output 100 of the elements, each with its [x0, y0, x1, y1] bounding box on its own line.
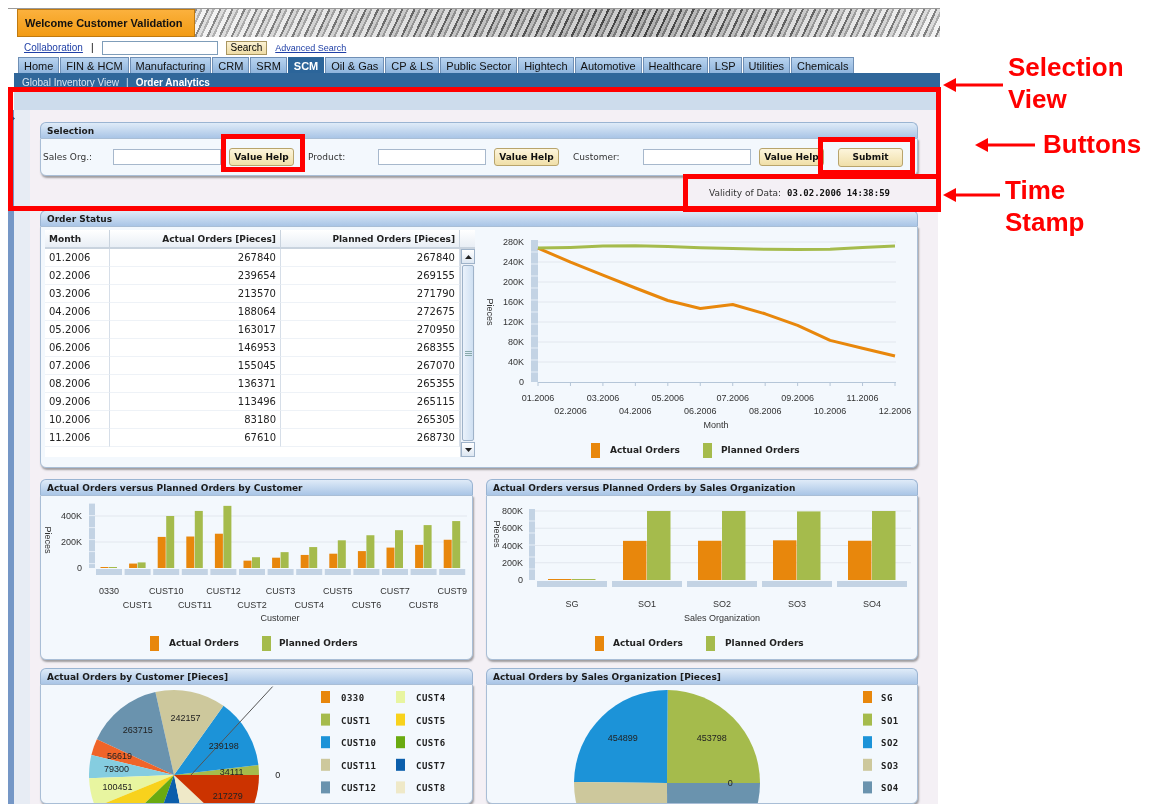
y-tick-label: 400K — [60, 511, 82, 521]
x-tick-label: CUST11 — [177, 600, 212, 610]
legend-label: CUST7 — [416, 760, 446, 771]
slice-label: 79300 — [103, 764, 129, 775]
value-help-button[interactable]: Value Help — [494, 148, 559, 166]
y-axis-title: Pieces — [492, 520, 502, 548]
scroll-down-button[interactable] — [461, 442, 475, 457]
nav-tab[interactable]: Home — [18, 57, 60, 73]
value-help-button[interactable]: Value Help — [759, 148, 824, 166]
y-tick-label: 0 — [518, 575, 523, 585]
panel-title: Actual Orders by Sales Organization [Pieces] — [493, 671, 721, 682]
y-tick-label: 400K — [501, 540, 523, 551]
callout-label: Selection View — [1008, 51, 1125, 115]
x-tick-label: 07.2006 — [716, 393, 749, 403]
slice-label: 56619 — [106, 751, 132, 761]
table-cell: 213570 — [110, 285, 281, 303]
x-axis-title: Sales Organization — [684, 613, 760, 623]
submit-button[interactable]: Submit — [838, 147, 903, 167]
callout-arrow — [975, 138, 1035, 152]
x-tick-label: SO2 — [713, 599, 731, 609]
nav-tab[interactable]: CP & LS — [385, 57, 440, 73]
table-cell: 05.2006 — [45, 321, 110, 339]
legend-label: SO4 — [881, 783, 899, 794]
up-arrow-icon — [464, 254, 472, 259]
nav-tab[interactable]: Healthcare — [642, 57, 708, 73]
table-cell: 155045 — [110, 357, 281, 375]
nav-tab[interactable]: LSP — [708, 57, 742, 73]
slice-label: 242157 — [170, 713, 201, 724]
search-field[interactable] — [101, 40, 218, 55]
nav-tab[interactable]: Utilities — [742, 57, 791, 73]
nav-tab[interactable]: Chemicals — [791, 57, 855, 73]
x-tick-label: CUST8 — [408, 600, 439, 610]
advanced-search-link[interactable]: Advanced Search — [275, 42, 347, 53]
x-tick-label: 04.2006 — [619, 406, 652, 416]
validity-timestamp: 03.02.2006 14:38:59 — [787, 188, 890, 198]
table-cell: 267070 — [281, 357, 460, 375]
slice-label: 34111 — [219, 766, 244, 777]
table-cell: 02.2006 — [45, 267, 110, 285]
nav-tab[interactable]: Public Sector — [440, 57, 518, 73]
x-tick-label: 03.2006 — [586, 393, 620, 403]
scroll-up-button[interactable] — [461, 249, 475, 264]
y-tick-label: 200K — [60, 537, 82, 547]
y-tick-label: 200K — [501, 557, 523, 568]
legend-label: Actual Orders — [613, 638, 683, 648]
legend-label: Planned Orders — [279, 638, 358, 648]
y-tick-label: 600K — [501, 523, 523, 534]
x-tick-label: 12.2006 — [878, 406, 912, 416]
nav-tab[interactable]: Hightech — [518, 57, 574, 73]
callout-arrow — [943, 188, 1000, 202]
field-label: Product: — [308, 152, 347, 162]
nav-tab[interactable]: Manufacturing — [129, 57, 212, 73]
x-tick-label: 05.2006 — [651, 393, 685, 403]
nav-tab[interactable]: Automotive — [574, 57, 642, 73]
nav-tab[interactable]: CRM — [212, 57, 250, 73]
column-header[interactable]: Month — [45, 230, 110, 247]
column-header[interactable]: Actual Orders [Pieces] — [110, 230, 281, 247]
slice-label: 453798 — [696, 733, 727, 744]
x-tick-label: 01.2006 — [521, 393, 555, 403]
table-cell: 267840 — [281, 249, 460, 267]
slice-label: 0 — [275, 770, 281, 780]
collaboration-link[interactable]: Collaboration — [24, 42, 83, 53]
y-tick-label: 280K — [502, 237, 524, 247]
x-tick-label: CUST3 — [265, 586, 296, 596]
table-cell: 67610 — [110, 429, 281, 447]
table-cell: 265115 — [281, 393, 460, 411]
x-tick-label: CUST4 — [294, 600, 324, 610]
nav-tab[interactable]: Oil & Gas — [325, 57, 385, 73]
nav-tab[interactable]: SRM — [250, 57, 287, 73]
separator: | — [90, 42, 94, 53]
search-button[interactable]: Search — [225, 40, 268, 55]
table-cell: 188064 — [110, 303, 281, 321]
table-cell: 270950 — [281, 321, 460, 339]
panel-title: Order Status — [47, 213, 113, 224]
x-tick-label: SO1 — [638, 599, 656, 609]
nav-tab[interactable]: FIN & HCM — [60, 57, 129, 73]
grip-icon — [464, 350, 472, 356]
input-field[interactable] — [378, 149, 486, 165]
subnav-link[interactable]: Global Inventory View — [22, 76, 120, 88]
legend-label: Planned Orders — [721, 445, 800, 455]
legend-label: Planned Orders — [725, 638, 804, 648]
slice-label: 454899 — [607, 732, 638, 743]
slice-label: 263715 — [122, 725, 153, 735]
table-cell: 272675 — [281, 303, 460, 321]
table-cell: 265305 — [281, 411, 460, 429]
table-cell: 267840 — [110, 249, 281, 267]
table-cell: 03.2006 — [45, 285, 110, 303]
input-field[interactable] — [643, 149, 751, 165]
x-axis-title: Customer — [260, 613, 300, 623]
table-cell: 06.2006 — [45, 339, 110, 357]
input-field[interactable] — [113, 149, 221, 165]
subnav-link[interactable]: Order Analytics — [135, 76, 210, 88]
value-help-button[interactable]: Value Help — [229, 148, 294, 166]
y-axis-title: Pieces — [43, 526, 53, 554]
nav-tab[interactable]: SCM — [287, 57, 325, 73]
x-tick-label: CUST10 — [148, 586, 184, 596]
scroll-thumb[interactable] — [462, 265, 474, 441]
column-header[interactable]: Planned Orders [Pieces] — [281, 230, 460, 247]
table-cell: 268730 — [281, 429, 460, 447]
x-tick-label: 06.2006 — [684, 406, 717, 416]
legend-label: CUST4 — [416, 693, 446, 703]
